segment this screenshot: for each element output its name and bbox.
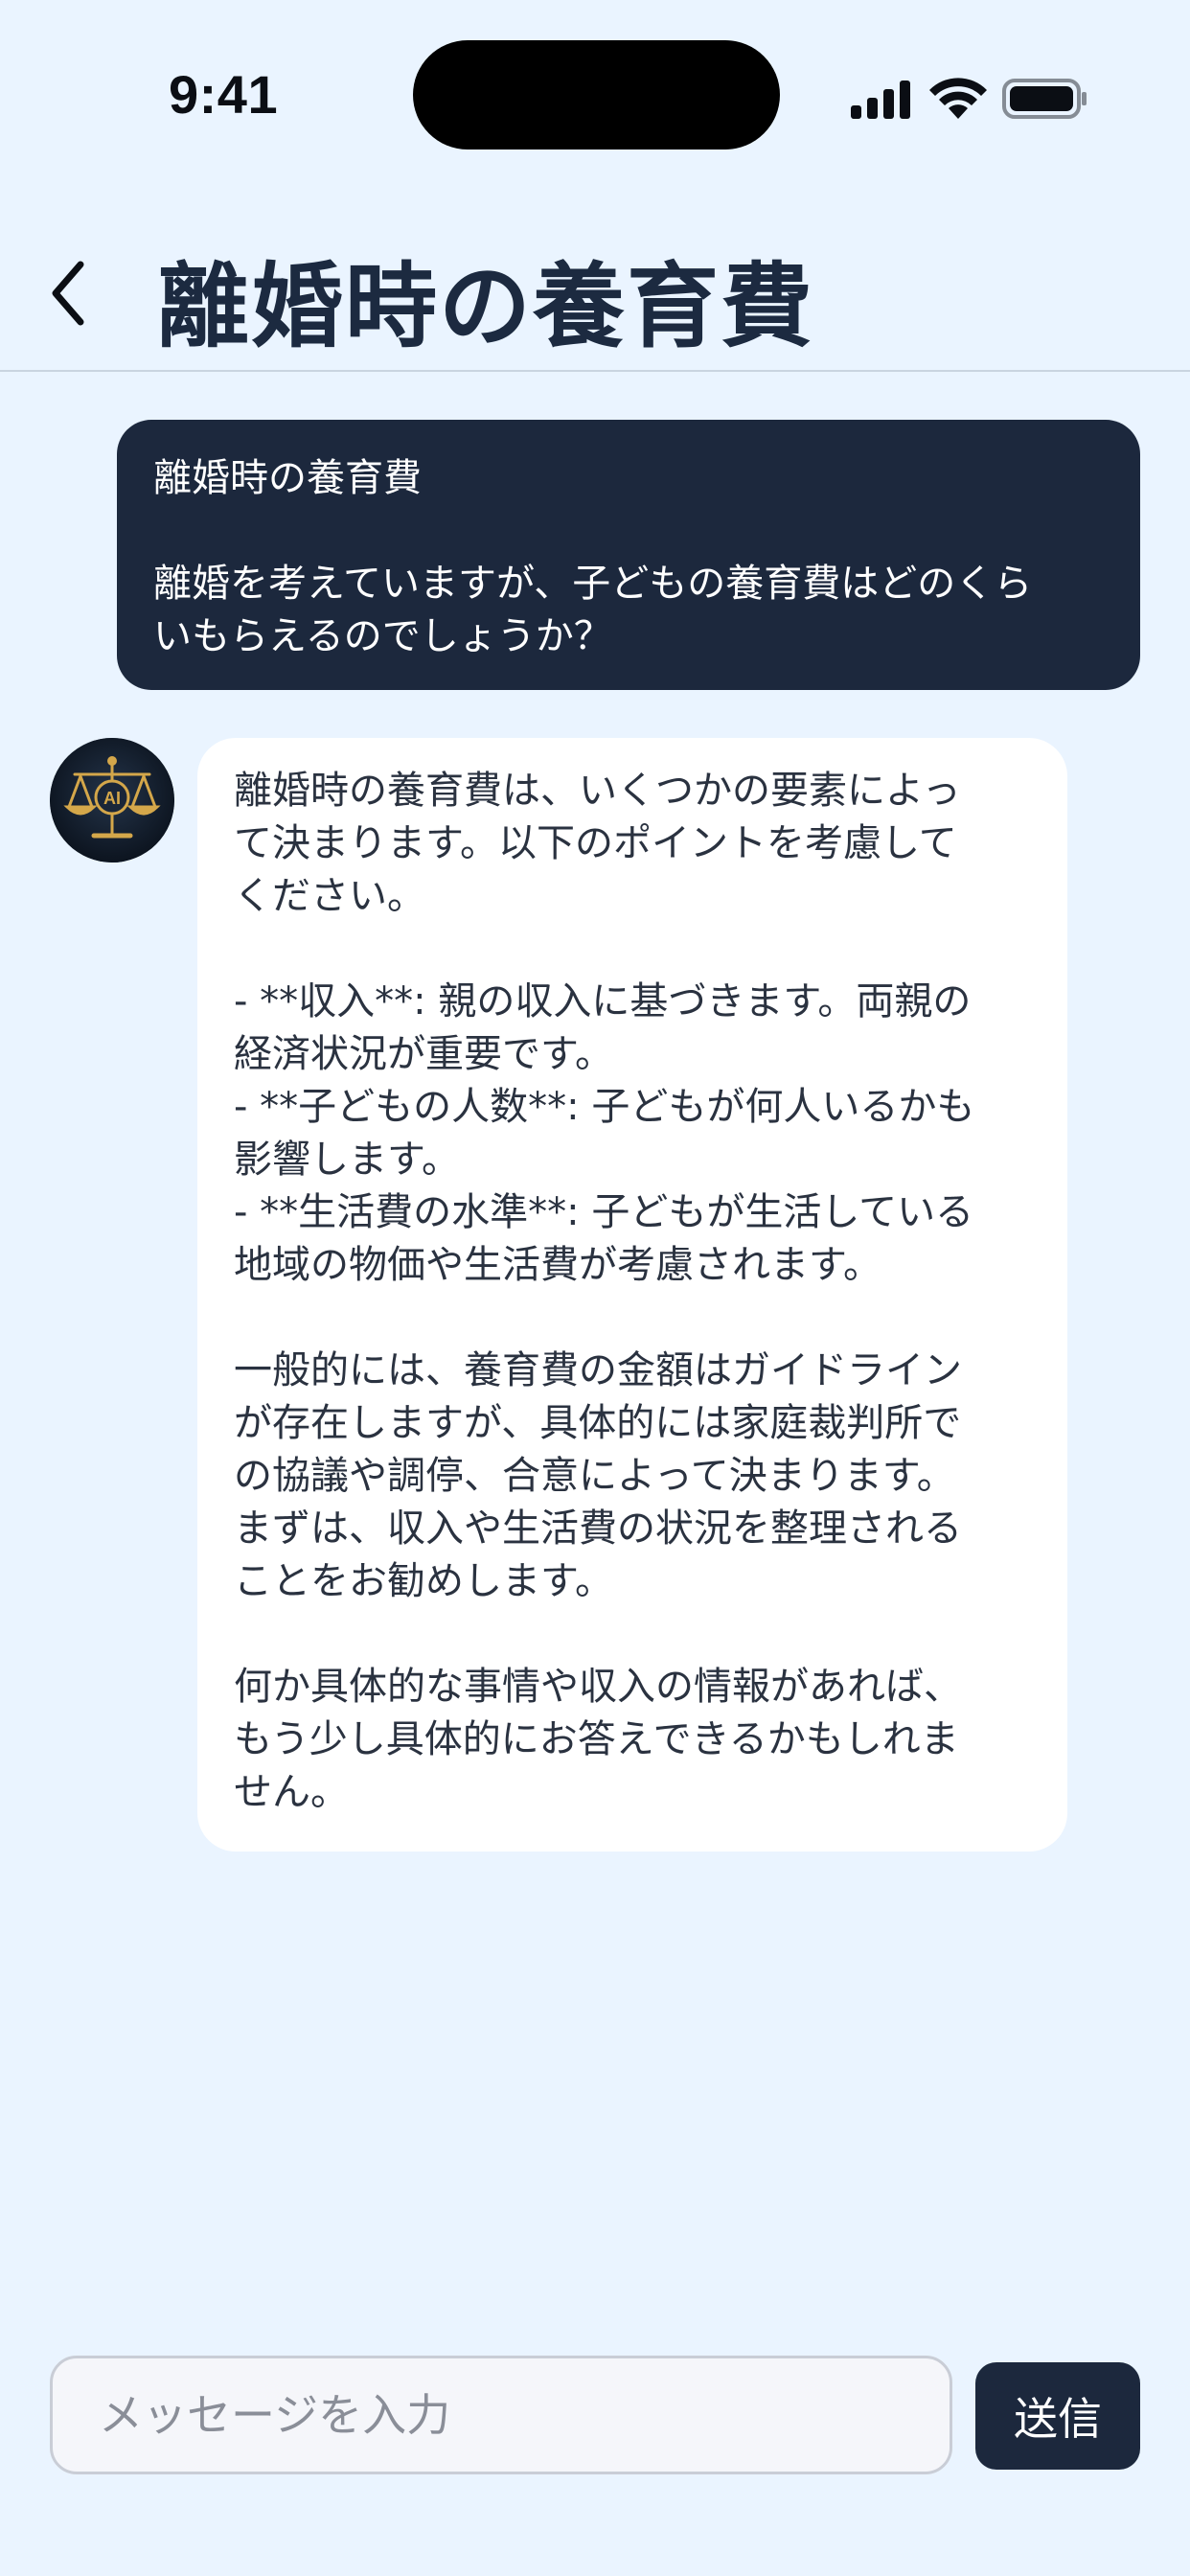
send-button[interactable]: 送信 (975, 2362, 1140, 2470)
justice-scale-icon: AI (50, 738, 174, 862)
ai-message-paragraph: - **収入**: 親の収入に基づきます。両親の 経済状況が重要です。 - **… (234, 979, 975, 1287)
dynamic-island (413, 40, 780, 150)
wifi-icon (929, 78, 987, 119)
user-message-title: 離婚時の養育費 (153, 456, 422, 500)
avatar-label: AI (103, 789, 121, 808)
ai-message-paragraph: 一般的には、養育費の金額はガイドライン が存在しますが、具体的には家庭裁判所で … (234, 1348, 962, 1603)
status-time: 9:41 (169, 64, 279, 125)
user-message-bubble: 離婚時の養育費 離婚を考えていますが、子どもの養育費はどのくら いもらえるのでし… (117, 420, 1140, 690)
message-input[interactable] (99, 2389, 904, 2441)
user-message-line: いもらえるのでしょうか？ (153, 614, 612, 658)
user-message-line: 離婚を考えていますが、子どもの養育費はどのくら (153, 562, 1033, 606)
status-icons (851, 67, 1090, 128)
navigation-header: 離婚時の養育費 (0, 182, 1190, 372)
signal-icon (851, 80, 910, 119)
status-bar: 9:41 (0, 0, 1190, 182)
message-input-container[interactable] (50, 2356, 952, 2474)
battery-icon (1002, 79, 1087, 119)
chevron-left-icon[interactable] (46, 255, 94, 332)
ai-avatar: AI (50, 738, 174, 862)
ai-message-paragraph: 離婚時の養育費は、いくつかの要素によっ て決まります。以下のポイントを考慮して … (234, 769, 961, 918)
ai-message-paragraph: 何か具体的な事情や収入の情報があれば、 もう少し具体的にお答えできるかもしれま … (234, 1665, 962, 1814)
ai-message-bubble: 離婚時の養育費は、いくつかの要素によっ て決まります。以下のポイントを考慮して … (197, 738, 1067, 1852)
page-title: 離婚時の養育費 (157, 253, 814, 360)
chat-screen: 9:41 離婚時の養育費 離婚時の養育費 離婚を考えていますが、子どもの養育費は… (0, 0, 1190, 2576)
